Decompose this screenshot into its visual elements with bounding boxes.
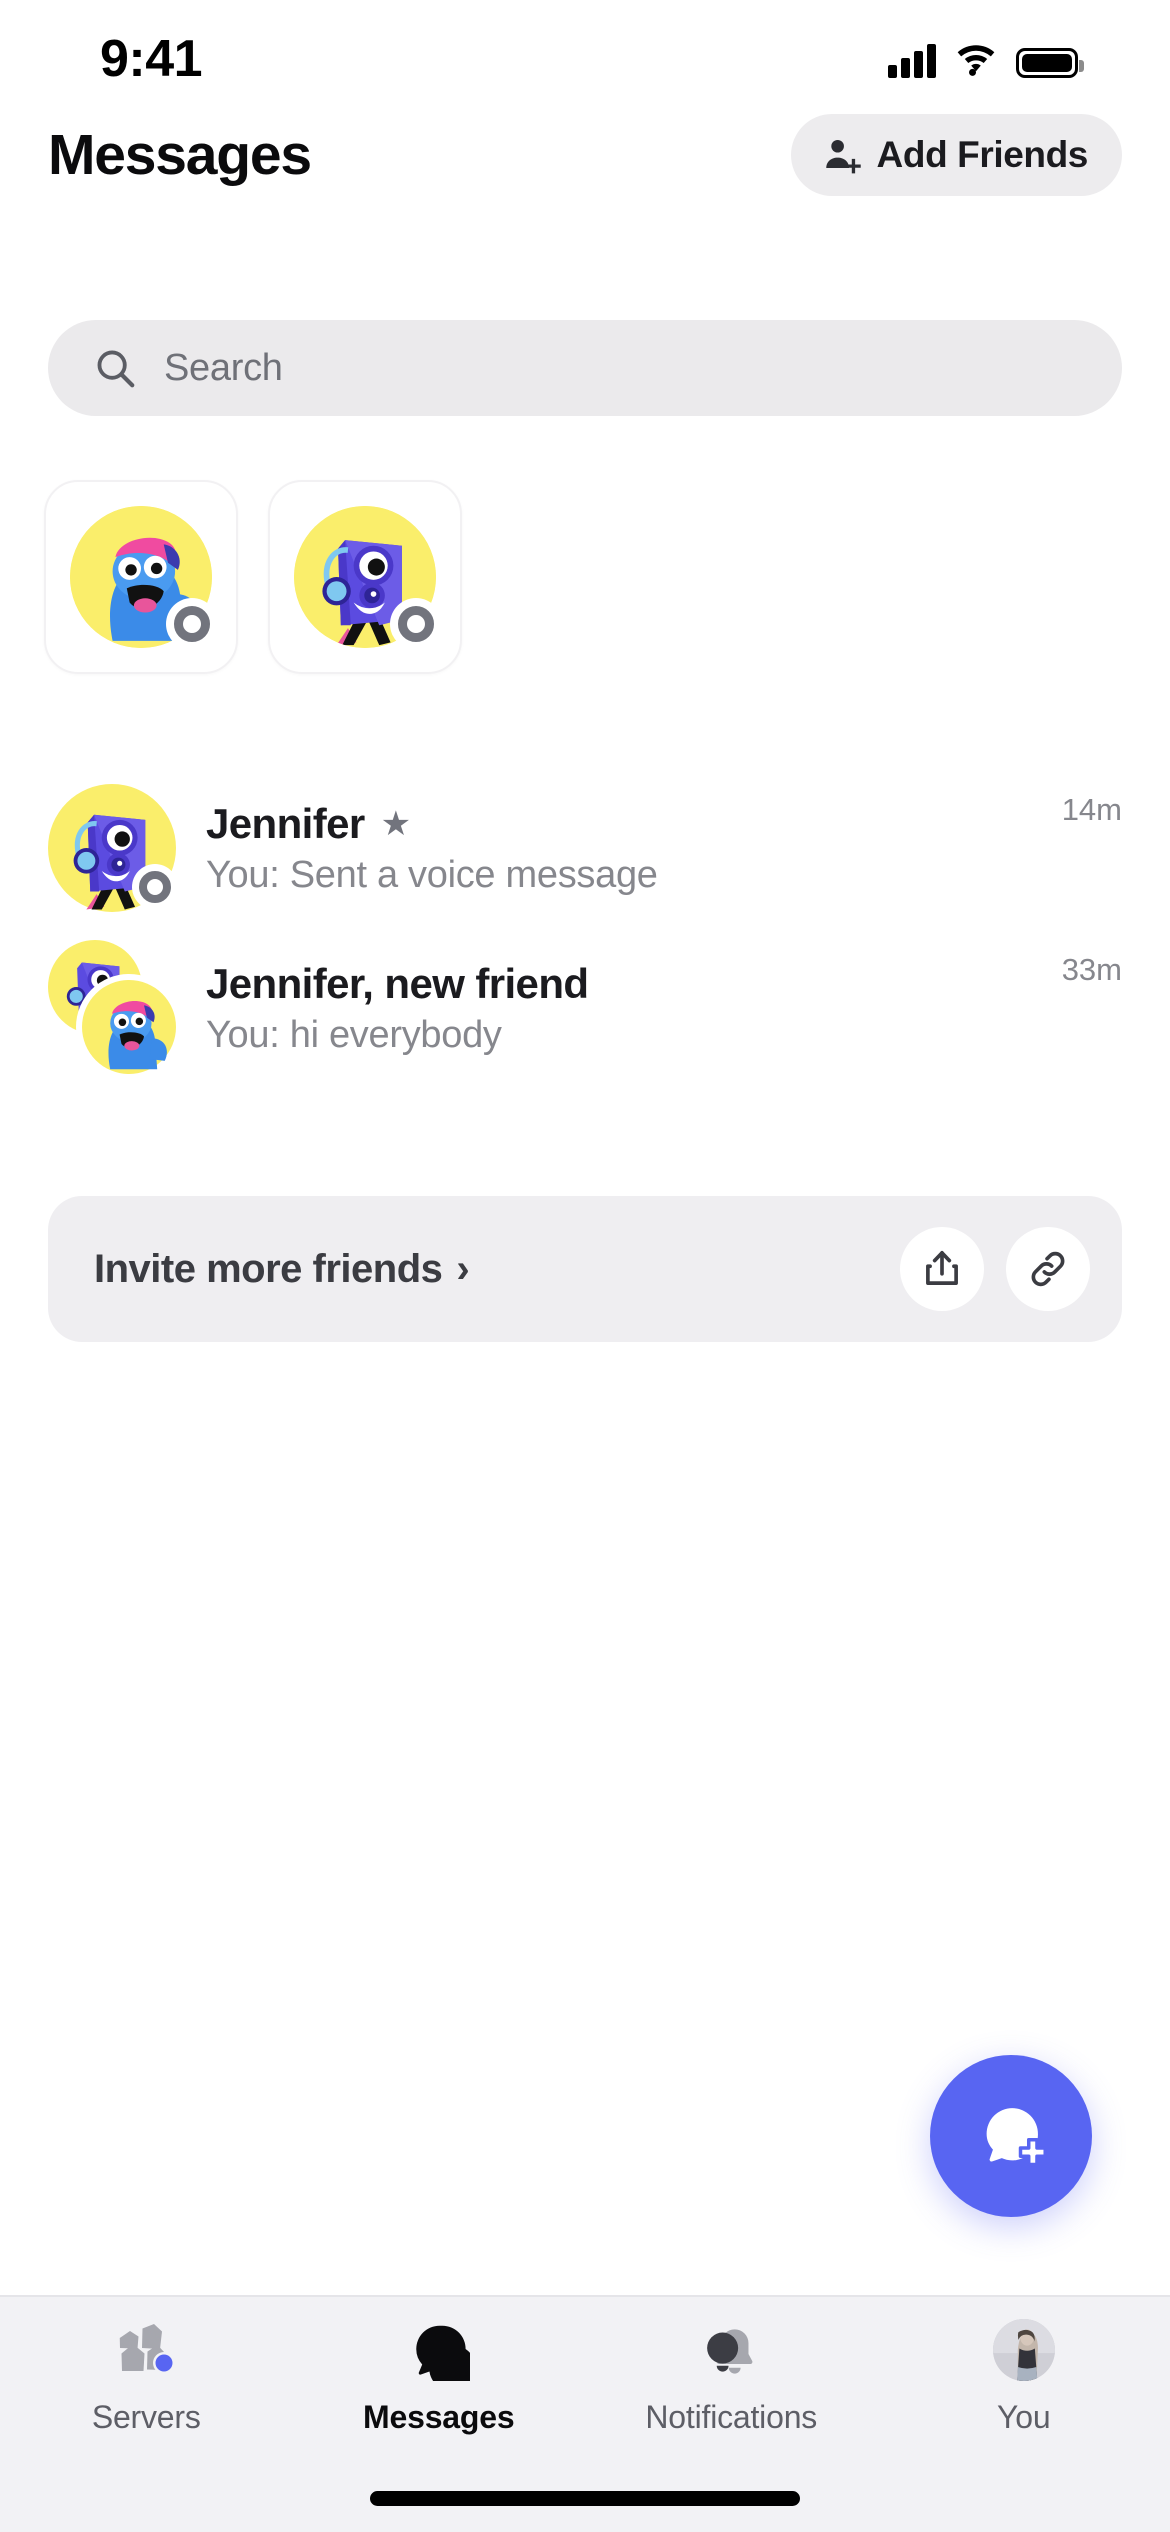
avatar	[70, 506, 218, 650]
tab-servers[interactable]: Servers	[0, 2317, 293, 2467]
add-friends-label: Add Friends	[876, 134, 1089, 175]
invite-more-friends-label: Invite more friends	[94, 1246, 443, 1291]
conversation-name: Jennifer	[206, 799, 365, 847]
new-message-fab[interactable]	[930, 2055, 1092, 2217]
conversation-body: Jennifer ★ You: Sent a voice message	[206, 800, 1032, 897]
add-friends-button[interactable]: Add Friends	[790, 114, 1122, 196]
status-bar-time: 9:41	[100, 30, 203, 88]
conversation-name-line: Jennifer ★	[206, 800, 1032, 848]
tab-notifications[interactable]: Notifications	[585, 2317, 878, 2467]
chevron-right-icon: ›	[456, 1246, 470, 1291]
share-button[interactable]	[900, 1227, 984, 1311]
new-message-icon	[986, 2108, 1047, 2167]
conversation-name-line: Jennifer, new friend	[206, 960, 1032, 1008]
conversation-preview: You: Sent a voice message	[206, 853, 658, 896]
invite-friends-card: Invite more friends ›	[48, 1196, 1122, 1342]
invite-more-friends-button[interactable]: Invite more friends ›	[94, 1246, 470, 1292]
story-card-purple-speaker[interactable]	[268, 480, 462, 674]
cellular-signal-icon	[888, 42, 936, 78]
user-avatar-icon	[992, 2317, 1055, 2383]
avatar	[294, 506, 442, 650]
servers-icon	[111, 2317, 181, 2383]
home-indicator	[370, 2491, 800, 2506]
tab-list: Servers Messages Notifications You	[0, 2297, 1170, 2467]
story-rail	[44, 480, 462, 674]
discord-messages-screen: 9:41 Messages Add Friends Search Jennife…	[0, 0, 1170, 2532]
conversation-preview: You: hi everybody	[206, 1013, 502, 1056]
invite-actions	[900, 1227, 1090, 1311]
status-badge-offline	[132, 864, 178, 910]
avatar	[992, 2319, 1055, 2381]
story-card-blue-creature[interactable]	[44, 480, 238, 674]
star-icon: ★	[380, 804, 412, 843]
tab-label: Messages	[363, 2399, 515, 2435]
status-bar: 9:41	[0, 0, 1170, 100]
share-icon	[926, 1251, 958, 1285]
person-add-icon	[825, 139, 861, 174]
avatar	[48, 784, 178, 912]
tab-label: Servers	[91, 2399, 201, 2435]
tab-label: Notifications	[645, 2399, 818, 2435]
table-row[interactable]: Jennifer, new friend You: hi everybody 3…	[0, 928, 1170, 1088]
search-icon	[97, 350, 135, 388]
chat-bubble-icon	[408, 2317, 470, 2383]
bell-icon	[699, 2317, 763, 2383]
conversation-name: Jennifer, new friend	[206, 959, 589, 1007]
conversation-body: Jennifer, new friend You: hi everybody	[206, 960, 1032, 1057]
page-title: Messages	[48, 123, 312, 187]
search-placeholder: Search	[164, 346, 283, 389]
bottom-tab-bar: Servers Messages Notifications You	[0, 2295, 1170, 2532]
tab-label: You	[997, 2399, 1051, 2435]
conversation-timestamp: 14m	[1061, 792, 1122, 827]
page-header: Messages Add Friends	[0, 100, 1170, 210]
status-bar-icons	[888, 42, 1084, 78]
avatar-blue-creature-pink-cap	[82, 980, 176, 1074]
avatar	[48, 940, 182, 1080]
search-input[interactable]: Search	[48, 320, 1122, 416]
link-icon	[1031, 1251, 1065, 1287]
status-badge-offline	[166, 598, 218, 650]
conversation-timestamp: 33m	[1061, 952, 1122, 987]
table-row[interactable]: Jennifer ★ You: Sent a voice message 14m	[0, 768, 1170, 928]
battery-icon	[1016, 48, 1084, 78]
wifi-icon	[957, 45, 995, 76]
tab-you[interactable]: You	[878, 2317, 1170, 2467]
conversation-list: Jennifer ★ You: Sent a voice message 14m	[0, 768, 1170, 1088]
copy-link-button[interactable]	[1006, 1227, 1090, 1311]
tab-messages[interactable]: Messages	[293, 2317, 586, 2467]
status-badge-offline	[390, 598, 442, 650]
